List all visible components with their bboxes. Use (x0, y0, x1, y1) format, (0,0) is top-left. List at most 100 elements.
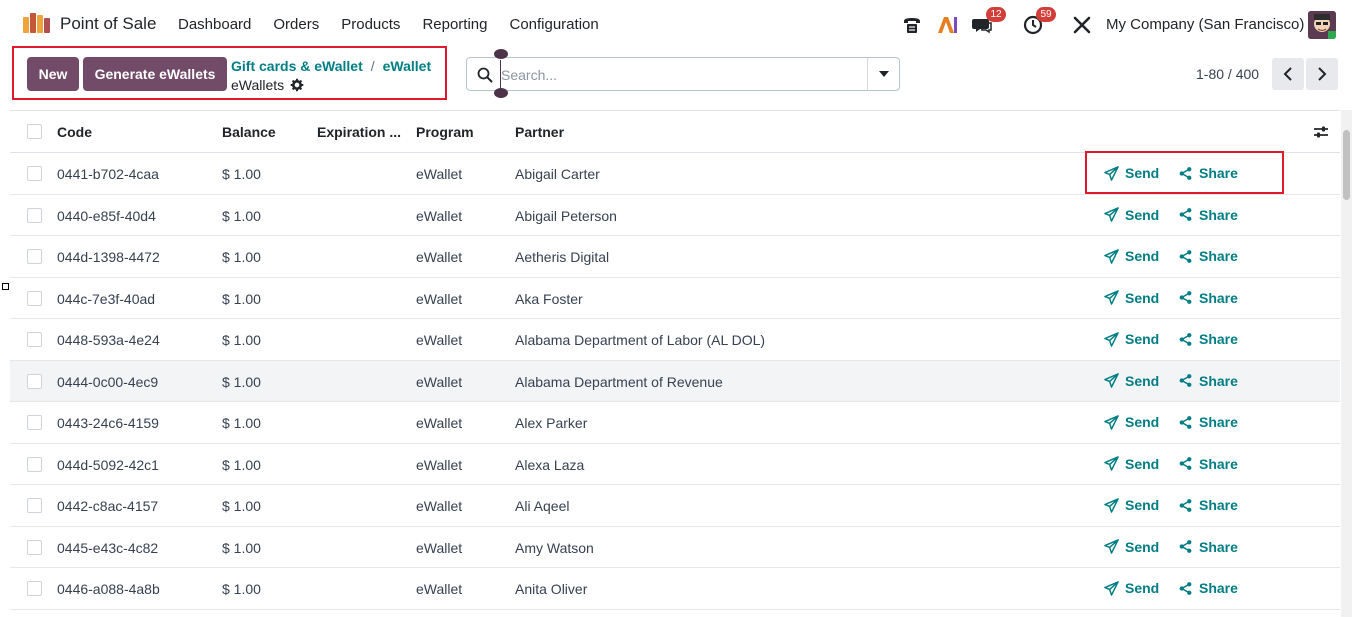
breadcrumb-ewallet[interactable]: eWallet (383, 58, 432, 74)
cell-partner: Abigail Carter (515, 166, 600, 182)
table-row[interactable]: 044d-1398-4472 $ 1.00 eWallet Aetheris Digi… (10, 236, 1340, 278)
phone-icon[interactable] (901, 14, 923, 36)
chevron-left-icon (1283, 67, 1292, 81)
column-expiration[interactable]: Expiration ... (317, 124, 401, 140)
table-row[interactable]: 0443-24c6-4159 $ 1.00 eWallet Alex Parker Se… (10, 402, 1340, 444)
table-row[interactable]: 0445-e43c-4c82 $ 1.00 eWallet Amy Watson Sen… (10, 527, 1340, 568)
share-label: Share (1199, 248, 1238, 264)
send-icon (1104, 290, 1119, 305)
column-code[interactable]: Code (57, 124, 92, 140)
send-button[interactable]: Send (1104, 207, 1159, 223)
share-icon (1179, 415, 1192, 429)
tools-icon[interactable] (1071, 14, 1093, 36)
cell-partner: Abigail Peterson (515, 207, 617, 224)
cell-code: 0445-e43c-4c82 (57, 539, 159, 556)
company-switcher[interactable]: My Company (San Francisco) (1106, 16, 1304, 33)
search-input[interactable] (501, 65, 861, 85)
share-label: Share (1199, 497, 1238, 513)
row-checkbox[interactable] (27, 207, 42, 223)
cell-code: 0443-24c6-4159 (57, 415, 159, 431)
column-program[interactable]: Program (416, 124, 474, 140)
send-label: Send (1125, 372, 1160, 389)
share-button[interactable]: Share (1178, 456, 1238, 472)
send-button[interactable]: Send (1104, 414, 1159, 430)
row-checkbox[interactable] (27, 332, 42, 347)
user-avatar[interactable] (1308, 11, 1336, 39)
column-balance[interactable]: Balance (222, 124, 276, 140)
send-icon (1104, 414, 1119, 430)
pager-value[interactable]: 1-80 / 400 (1196, 66, 1259, 82)
cell-code: 0446-a088-4a8b (57, 581, 160, 597)
gear-icon[interactable] (290, 78, 304, 92)
pager-previous-button[interactable] (1272, 58, 1304, 90)
send-button[interactable]: Send (1104, 497, 1159, 513)
text-cursor-handle-top (494, 49, 508, 59)
send-button[interactable]: Send (1104, 580, 1159, 596)
chevron-right-icon (1318, 67, 1327, 81)
search-bar (466, 57, 900, 91)
cell-program: eWallet (416, 290, 463, 307)
row-checkbox[interactable] (27, 498, 42, 513)
row-checkbox[interactable] (27, 581, 42, 596)
row-checkbox[interactable] (27, 415, 42, 430)
scrollbar-thumb[interactable] (1343, 130, 1350, 200)
send-button[interactable]: Send (1104, 373, 1159, 389)
optional-columns-icon[interactable] (1313, 124, 1329, 140)
share-button[interactable]: Share (1178, 331, 1238, 347)
row-checkbox[interactable] (27, 290, 42, 306)
share-button[interactable]: Share (1178, 373, 1238, 389)
share-button[interactable]: Share (1178, 539, 1238, 555)
new-button[interactable]: New (27, 57, 79, 91)
cell-program: eWallet (416, 373, 463, 390)
column-partner[interactable]: Partner (515, 124, 564, 140)
table-row[interactable]: 044d-5092-42c1 $ 1.00 eWallet Alexa Laza Sen… (10, 444, 1340, 485)
table-row[interactable]: 0448-593a-4e24 $ 1.00 eWallet Alabama Depar… (10, 319, 1340, 361)
table-row[interactable]: 0440-e85f-40d4 $ 1.00 eWallet Abigail Peter… (10, 195, 1340, 236)
select-all-checkbox[interactable] (27, 124, 42, 139)
cell-partner: Aka Foster (515, 290, 583, 307)
send-button[interactable]: Send (1104, 456, 1159, 472)
search-options-toggle[interactable] (867, 58, 899, 90)
cell-code: 0448-593a-4e24 (57, 332, 160, 348)
share-button[interactable]: Share (1178, 248, 1238, 264)
share-button[interactable]: Share (1178, 497, 1238, 513)
send-button[interactable]: Send (1104, 248, 1159, 264)
table-row[interactable]: 0444-0c00-4ec9 $ 1.00 eWallet Alabama Depar… (10, 360, 1340, 402)
send-label: Send (1125, 206, 1160, 223)
pager-next-button[interactable] (1306, 58, 1338, 90)
share-label: Share (1199, 414, 1238, 430)
table-row[interactable]: 0442-c8ac-4157 $ 1.00 eWallet Ali Aqeel Send… (10, 485, 1340, 527)
activities-badge: 59 (1036, 7, 1056, 22)
cell-balance: $ 1.00 (222, 249, 261, 265)
cell-code: 0442-c8ac-4157 (57, 498, 159, 514)
share-button[interactable]: Share (1178, 414, 1238, 430)
share-button[interactable]: Share (1178, 290, 1238, 306)
list-scrollbar[interactable] (1341, 110, 1352, 617)
row-checkbox[interactable] (27, 539, 42, 555)
share-button[interactable]: Share (1178, 580, 1238, 596)
cell-partner: Alexa Laza (515, 456, 585, 473)
row-checkbox[interactable] (27, 373, 42, 389)
cell-program: eWallet (416, 498, 463, 514)
row-checkbox[interactable] (27, 456, 42, 472)
cell-partner: Alabama Department of Labor (AL DOL) (515, 332, 766, 348)
table-row[interactable]: 044c-7e3f-40ad $ 1.00 eWallet Aka Foster Sen… (10, 278, 1340, 319)
row-checkbox[interactable] (27, 166, 42, 181)
cell-code: 0441-b702-4caa (57, 166, 159, 182)
table-row[interactable]: 0446-a088-4a8b $ 1.00 eWallet Anita Oliver S… (10, 568, 1340, 610)
cell-program: eWallet (416, 332, 463, 348)
generate-ewallets-button[interactable]: Generate eWallets (83, 57, 227, 91)
text-cursor-handle-bottom (494, 88, 508, 98)
cell-partner: Amy Watson (515, 539, 594, 556)
send-icon (1104, 331, 1119, 347)
share-button[interactable]: Share (1178, 207, 1238, 223)
send-button[interactable]: Send (1104, 290, 1159, 306)
ai-icon[interactable] (936, 14, 958, 36)
share-label: Share (1199, 206, 1238, 223)
breadcrumb-gift-cards[interactable]: Gift cards & eWallet (231, 58, 363, 74)
send-button[interactable]: Send (1104, 539, 1159, 555)
send-button[interactable]: Send (1104, 331, 1159, 347)
cell-partner: Anita Oliver (515, 581, 588, 597)
row-checkbox[interactable] (27, 249, 42, 264)
send-label: Send (1125, 331, 1160, 347)
